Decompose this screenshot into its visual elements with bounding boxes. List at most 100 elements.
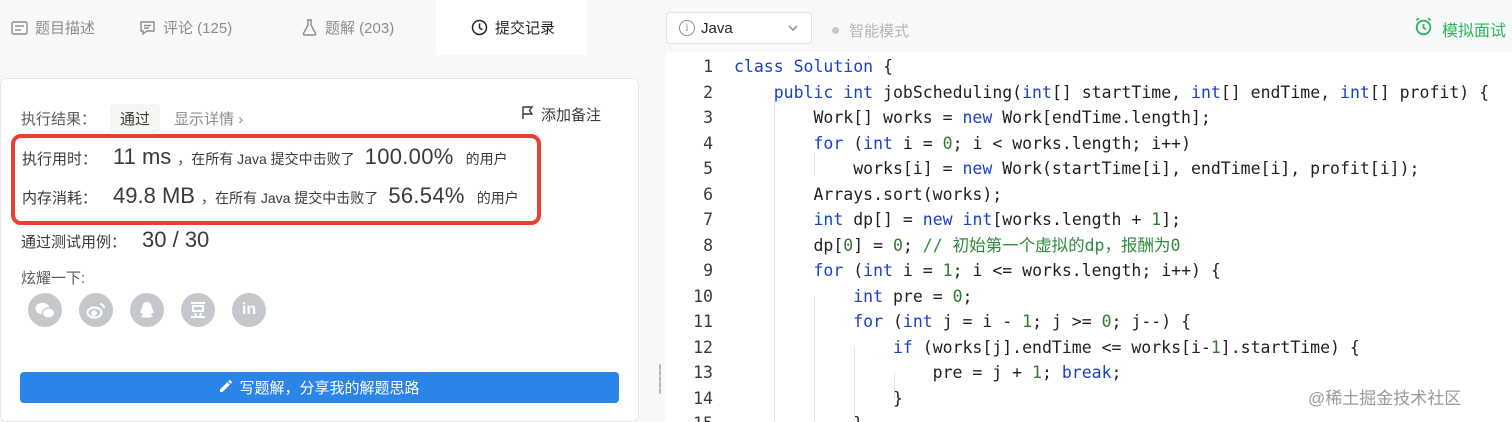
share-buttons: in: [28, 293, 266, 327]
leetcode-submission-page: 题目描述 评论 (125) 题解 (203) 提交记录 执行结果： 通过 显示详…: [0, 0, 1512, 422]
qq-icon[interactable]: [130, 293, 164, 327]
code-text: pre = j + 1; break;: [734, 363, 1122, 382]
memory-middle-text: ，在所有 Java 提交中击败了: [200, 190, 379, 206]
pencil-icon: [219, 379, 233, 397]
clock-icon: [470, 18, 488, 36]
runtime-middle-text: ，在所有 Java 提交中击败了: [177, 151, 355, 167]
memory-label: 内存消耗：: [22, 190, 98, 207]
line-number: 6: [703, 184, 713, 204]
share-label: 炫耀一下:: [21, 270, 86, 287]
line-number: 7: [703, 210, 713, 229]
runtime-label: 执行用时：: [22, 151, 98, 168]
line-number: 13: [693, 363, 713, 382]
test-cases-label: 通过测试用例：: [21, 234, 127, 251]
show-details-link[interactable]: 显示详情 ›: [174, 108, 243, 129]
tab-submissions[interactable]: 提交记录: [436, 0, 587, 55]
code-text: public int jobScheduling(int[] startTime…: [773, 82, 1490, 102]
code-text: int pre = 0;: [853, 286, 973, 306]
line-number: 3: [703, 108, 713, 127]
tab-solutions[interactable]: 题解 (203): [296, 0, 436, 55]
line-number: 5: [703, 159, 713, 178]
code-text: for (int j = i - 1; j >= 0; j--) {: [853, 312, 1192, 331]
tab-bar: 题目描述 评论 (125) 题解 (203) 提交记录: [0, 0, 654, 55]
code-text: Arrays.sort(works);: [734, 184, 1003, 204]
tab-solutions-label: 题解 (203): [325, 20, 395, 37]
smart-mode-label: 智能模式: [849, 23, 910, 40]
code-line: 9 for (int i = 1; i <= works.length; i++…: [666, 258, 1512, 284]
code-line: 2 public int jobScheduling(int[] startTi…: [666, 80, 1512, 106]
runtime-percent: 100.00%: [364, 144, 454, 169]
add-note-button[interactable]: 添加备注: [521, 104, 601, 125]
test-cases-value: 30 / 30: [142, 227, 210, 252]
tab-comments-label: 评论 (125): [163, 20, 233, 37]
line-number: 9: [703, 261, 713, 280]
chevron-down-icon: [787, 21, 799, 38]
code-line: 4 for (int i = 0; i < works.length; i++): [666, 131, 1512, 157]
code-line: 13 pre = j + 1; break;: [666, 360, 1512, 386]
code-line: 7 int dp[] = new int[works.length + 1];: [666, 207, 1512, 233]
tab-description[interactable]: 题目描述: [0, 0, 138, 55]
add-note-label: 添加备注: [541, 107, 602, 124]
code-line: 11 for (int j = i - 1; j >= 0; j--) {: [666, 309, 1512, 335]
weibo-icon[interactable]: [79, 293, 113, 327]
mock-interview-button[interactable]: 模拟面试: [1414, 17, 1506, 41]
wechat-icon[interactable]: [28, 293, 62, 327]
code-text: for (int i = 0; i < works.length; i++): [813, 133, 1192, 153]
language-value: Java: [701, 19, 733, 37]
runtime-value: 11 ms: [113, 144, 172, 169]
code-line: 1 class Solution {: [666, 54, 1512, 80]
code-text: works[i] = new Work(startTime[i], endTim…: [734, 159, 1420, 178]
result-row: 执行结果： 通过 显示详情 ›: [21, 104, 243, 133]
smart-mode-toggle[interactable]: 智能模式: [832, 20, 909, 41]
write-solution-button[interactable]: 写题解，分享我的解题思路: [20, 372, 619, 403]
editor-toolbar: i Java 智能模式 模拟面试: [666, 0, 1512, 52]
result-label: 执行结果：: [21, 111, 97, 128]
memory-value: 49.8 MB: [113, 183, 195, 208]
drag-handle-icon: [659, 364, 661, 394]
code-panel: i Java 智能模式 模拟面试 1 class Solution {2 pu…: [666, 0, 1512, 422]
code-text: }: [734, 411, 863, 422]
line-number: 15: [666, 411, 713, 422]
line-number: 11: [693, 312, 713, 331]
runtime-tail-text: 的用户: [465, 151, 508, 167]
alarm-clock-icon: [1414, 17, 1433, 41]
line-number: 14: [693, 388, 713, 408]
comment-icon: [138, 19, 156, 37]
watermark: @稀土掘金技术社区: [1308, 389, 1462, 408]
code-line: 15 }: [666, 411, 1512, 422]
code-text: }: [734, 388, 903, 408]
runtime-stat: 执行用时： 11 ms ，在所有 Java 提交中击败了 100.00% 的用户: [22, 144, 508, 170]
flag-icon: [521, 105, 535, 124]
memory-tail-text: 的用户: [476, 190, 519, 206]
code-line: 3 Work[] works = new Work[endTime.length…: [666, 105, 1512, 131]
status-dot-icon: [832, 27, 839, 34]
code-editor[interactable]: 1 class Solution { 2 public int jobSchedul…: [666, 52, 1512, 422]
language-select[interactable]: i Java: [666, 12, 812, 44]
code-line: 8 dp[0] = 0; // 初始第一个虚拟的dp，报酬为0: [666, 233, 1512, 259]
line-number: 4: [703, 133, 713, 153]
memory-percent: 56.54%: [388, 183, 465, 208]
left-panel: 题目描述 评论 (125) 题解 (203) 提交记录 执行结果： 通过 显示详…: [0, 0, 654, 422]
line-number: 2: [703, 82, 713, 102]
description-icon: [10, 19, 28, 37]
code-text: class Solution {: [734, 57, 893, 76]
douban-icon[interactable]: [181, 293, 215, 327]
tab-description-label: 题目描述: [35, 20, 96, 37]
code-line: 5 works[i] = new Work(startTime[i], endT…: [666, 156, 1512, 182]
code-text: dp[0] = 0; // 初始第一个虚拟的dp，报酬为0: [734, 235, 1181, 255]
code-text: int dp[] = new int[works.length + 1];: [813, 210, 1182, 229]
code-line: 12 if (works[j].endTime <= works[i-1].st…: [666, 335, 1512, 361]
test-cases-row: 通过测试用例： 30 / 30: [21, 227, 209, 253]
code-line: 6 Arrays.sort(works);: [666, 182, 1512, 208]
panel-resize-handle[interactable]: [654, 0, 666, 422]
linkedin-icon[interactable]: in: [232, 293, 266, 327]
code-line: 10 int pre = 0;: [666, 284, 1512, 310]
code-text: Work[] works = new Work[endTime.length];: [734, 108, 1211, 127]
status-badge: 通过: [110, 104, 161, 133]
write-solution-label: 写题解，分享我的解题思路: [239, 380, 420, 397]
line-number: 1: [703, 57, 713, 76]
tab-comments[interactable]: 评论 (125): [138, 0, 296, 55]
line-number: 8: [703, 235, 713, 255]
line-number: 12: [693, 337, 713, 357]
info-icon: i: [679, 20, 695, 36]
